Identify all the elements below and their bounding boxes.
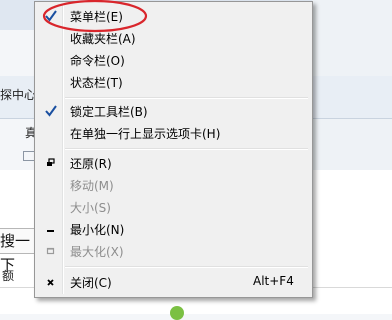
- menu-item-lock-toolbars[interactable]: 锁定工具栏(B): [37, 100, 309, 122]
- menu-item-label: 还原(R): [70, 157, 112, 171]
- close-icon: [43, 274, 59, 290]
- menu-separator: [65, 97, 308, 99]
- menu-item-shortcut: Alt+F4: [253, 274, 294, 288]
- menu-item-label: 最小化(N): [70, 223, 125, 237]
- maximize-icon: [43, 243, 59, 259]
- menu-item-label: 状态栏(T): [70, 76, 123, 90]
- menu-item-move[interactable]: 移动(M): [37, 174, 309, 196]
- checkmark-icon: [43, 8, 59, 24]
- menu-item-label: 收藏夹栏(A): [70, 32, 136, 46]
- background-text-2: 额: [2, 269, 15, 283]
- status-check-icon: [170, 306, 184, 320]
- menu-item-minimize[interactable]: 最小化(N): [37, 218, 309, 240]
- menu-item-command-bar[interactable]: 命令栏(O): [37, 49, 309, 71]
- menu-item-label: 移动(M): [70, 179, 114, 193]
- menu-item-menubar[interactable]: 菜单栏(E): [37, 5, 309, 27]
- menu-item-size[interactable]: 大小(S): [37, 196, 309, 218]
- menu-item-label: 关闭(C): [70, 276, 112, 290]
- minimize-icon: [43, 221, 59, 237]
- menu-item-label: 最大化(X): [70, 245, 124, 259]
- menu-item-restore[interactable]: 还原(R): [37, 152, 309, 174]
- menu-item-maximize[interactable]: 最大化(X): [37, 240, 309, 262]
- menu-item-tabs-separate-row[interactable]: 在单独一行上显示选项卡(H): [37, 122, 309, 144]
- window-context-menu: 菜单栏(E) 收藏夹栏(A) 命令栏(O) 状态栏(T) 锁定工具栏(B) 在单…: [34, 1, 313, 298]
- menu-separator: [65, 148, 308, 150]
- menu-separator: [65, 266, 308, 268]
- menu-item-label: 锁定工具栏(B): [70, 105, 148, 119]
- menu-item-label: 菜单栏(E): [70, 10, 123, 24]
- menu-item-favorites-bar[interactable]: 收藏夹栏(A): [37, 27, 309, 49]
- menu-item-label: 大小(S): [70, 201, 111, 215]
- browser-tab-label[interactable]: 探中心: [0, 86, 36, 103]
- menu-item-close[interactable]: 关闭(C) Alt+F4: [37, 271, 309, 293]
- menu-item-label: 命令栏(O): [70, 54, 125, 68]
- menu-item-status-bar[interactable]: 状态栏(T): [37, 71, 309, 93]
- menu-item-label: 在单独一行上显示选项卡(H): [70, 127, 221, 141]
- restore-icon: [43, 155, 59, 171]
- checkmark-icon: [43, 103, 59, 119]
